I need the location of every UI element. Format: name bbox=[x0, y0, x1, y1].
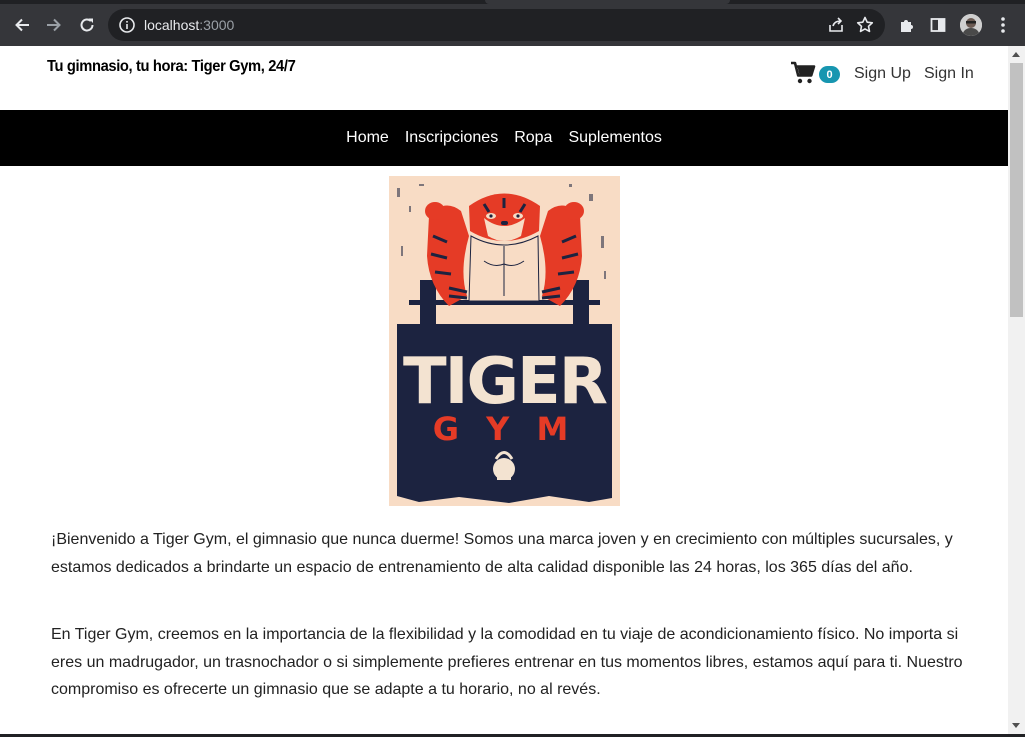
extensions-button[interactable] bbox=[897, 15, 917, 35]
site-title: Tu gimnasio, tu hora: Tiger Gym, 24/7 bbox=[47, 58, 296, 75]
kebab-menu-icon bbox=[1001, 17, 1005, 33]
share-icon[interactable] bbox=[827, 16, 845, 34]
cart-icon[interactable] bbox=[790, 61, 816, 85]
scroll-down-arrow-icon[interactable] bbox=[1012, 723, 1020, 728]
arrow-left-icon bbox=[15, 18, 29, 32]
star-icon[interactable] bbox=[855, 15, 875, 35]
tiger-gym-logo-image: TIGER G Y M bbox=[389, 176, 620, 506]
browser-toolbar: localhost:3000 bbox=[0, 4, 1025, 46]
intro-paragraph-1: ¡Bienvenido a Tiger Gym, el gimnasio que… bbox=[51, 531, 953, 576]
url-port: :3000 bbox=[199, 17, 235, 33]
side-panel-icon bbox=[930, 18, 946, 32]
arrow-right-icon bbox=[47, 18, 61, 32]
nav-item-suplementos[interactable]: Suplementos bbox=[568, 129, 661, 147]
puzzle-icon bbox=[901, 20, 913, 32]
url-text[interactable]: localhost:3000 bbox=[144, 16, 234, 34]
intro-text: ¡Bienvenido a Tiger Gym, el gimnasio que… bbox=[51, 526, 971, 734]
browser-chrome: localhost:3000 bbox=[0, 0, 1025, 46]
forward-button[interactable] bbox=[41, 12, 67, 38]
sign-in-link[interactable]: Sign In bbox=[924, 65, 974, 83]
scrollbar-thumb[interactable] bbox=[1010, 63, 1023, 317]
nav-item-home[interactable]: Home bbox=[346, 129, 389, 147]
nav-item-ropa[interactable]: Ropa bbox=[514, 129, 552, 147]
avatar-icon bbox=[960, 14, 982, 36]
page-scrollbar[interactable] bbox=[1008, 46, 1025, 734]
info-icon[interactable] bbox=[118, 16, 136, 34]
profile-avatar[interactable] bbox=[960, 14, 982, 36]
back-button[interactable] bbox=[9, 12, 35, 38]
side-panel-button[interactable] bbox=[928, 15, 948, 35]
page-viewport: Tu gimnasio, tu hora: Tiger Gym, 24/7 0 … bbox=[0, 46, 1008, 734]
poster-word-tiger: TIGER bbox=[403, 345, 607, 419]
main-navbar: Home Inscripciones Ropa Suplementos bbox=[0, 110, 1008, 166]
address-bar[interactable]: localhost:3000 bbox=[108, 9, 885, 41]
reload-button[interactable] bbox=[74, 12, 100, 38]
intro-paragraph-2: En Tiger Gym, creemos en la importancia … bbox=[51, 626, 963, 698]
nav-item-inscripciones[interactable]: Inscripciones bbox=[405, 129, 498, 147]
sign-up-link[interactable]: Sign Up bbox=[854, 65, 911, 83]
scroll-up-arrow-icon[interactable] bbox=[1012, 52, 1020, 57]
browser-menu-button[interactable] bbox=[993, 15, 1013, 35]
poster-word-gym: G Y M bbox=[433, 410, 577, 448]
tiger-gym-poster: TIGER G Y M bbox=[389, 176, 620, 506]
url-host: localhost bbox=[144, 17, 200, 33]
reload-icon bbox=[80, 18, 94, 32]
cart-count-badge[interactable]: 0 bbox=[819, 66, 840, 83]
